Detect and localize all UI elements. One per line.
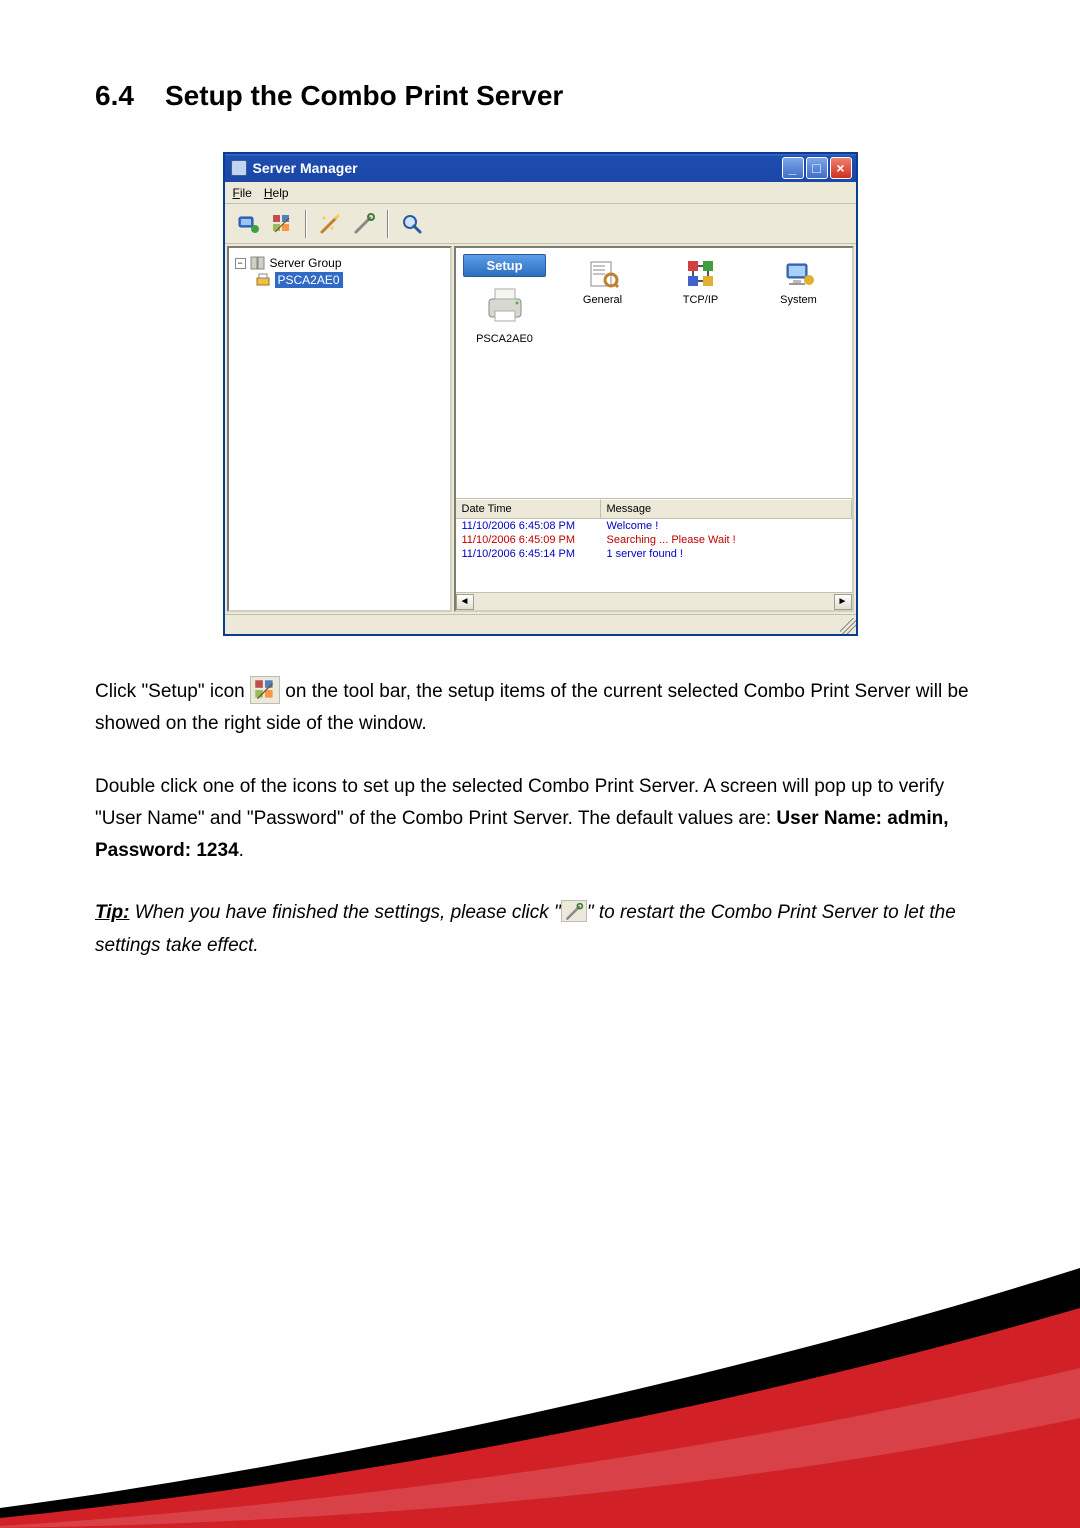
log-row: 11/10/2006 6:45:08 PM Welcome ! (456, 519, 852, 533)
menu-help[interactable]: Help (264, 186, 289, 200)
gear-grid-icon (251, 677, 279, 703)
log-dt: 11/10/2006 6:45:08 PM (456, 519, 601, 533)
system-item[interactable]: System (760, 258, 838, 306)
section-number: 6.4 (95, 80, 165, 112)
log-dt: 11/10/2006 6:45:14 PM (456, 547, 601, 561)
paragraph-1: Click "Setup" icon on the tool bar, the … (95, 676, 985, 741)
toolbar-restart-icon[interactable] (349, 209, 379, 239)
monitor-icon (236, 212, 260, 236)
inline-setup-icon (250, 676, 280, 704)
tree-root-label: Server Group (270, 256, 342, 270)
statusbar (225, 614, 856, 634)
toolbar-wizard-icon[interactable] (315, 209, 345, 239)
section-title: Setup the Combo Print Server (165, 80, 563, 111)
toolbar-setup-icon[interactable] (267, 209, 297, 239)
footer-decoration (0, 1208, 1080, 1528)
wand-restart-icon (352, 212, 376, 236)
close-button[interactable]: × (830, 157, 852, 179)
right-panel: Setup PSCA2AE0 General (454, 246, 854, 612)
scroll-left-button[interactable]: ◄ (456, 594, 474, 610)
app-icon (231, 160, 247, 176)
minimize-button[interactable]: _ (782, 157, 804, 179)
tree-child-label: PSCA2AE0 (275, 272, 343, 288)
server-group-icon (250, 255, 266, 271)
tree-root[interactable]: − Server Group (235, 254, 444, 272)
tip-paragraph: Tip: When you have finished the settings… (95, 897, 985, 962)
general-label: General (583, 294, 622, 306)
log-panel: Date Time Message 11/10/2006 6:45:08 PM … (456, 498, 852, 610)
system-icon (783, 258, 815, 290)
resize-grip-icon[interactable] (840, 618, 856, 634)
printer-node-icon (255, 272, 271, 288)
paragraph-2: Double click one of the icons to set up … (95, 771, 985, 868)
menu-file[interactable]: File (233, 186, 252, 200)
general-item[interactable]: General (564, 258, 642, 306)
toolbar-status-icon[interactable] (233, 209, 263, 239)
tcpip-label: TCP/IP (683, 294, 718, 306)
gear-grid-icon (270, 212, 294, 236)
magnifier-icon (400, 212, 424, 236)
setup-badge: Setup (463, 254, 545, 277)
tcpip-item[interactable]: TCP/IP (662, 258, 740, 306)
inline-restart-icon (561, 900, 587, 922)
scroll-right-button[interactable]: ► (834, 594, 852, 610)
maximize-button[interactable]: □ (806, 157, 828, 179)
printer-label: PSCA2AE0 (476, 333, 533, 345)
system-label: System (780, 294, 817, 306)
toolbar-search-icon[interactable] (397, 209, 427, 239)
tree-panel: − Server Group PSCA2AE0 (227, 246, 452, 612)
printer-icon (481, 281, 529, 329)
setup-printer-item[interactable]: Setup PSCA2AE0 (466, 254, 544, 345)
wand-restart-icon (562, 902, 586, 922)
log-dt: 11/10/2006 6:45:09 PM (456, 533, 601, 547)
menubar: File Help (225, 182, 856, 204)
horizontal-scrollbar[interactable]: ◄ ► (456, 592, 852, 610)
log-msg: Welcome ! (601, 519, 852, 533)
toolbar-separator (305, 210, 307, 238)
tip-label: Tip: (95, 902, 129, 923)
toolbar (225, 204, 856, 244)
wand-icon (318, 212, 342, 236)
server-manager-window: Server Manager _ □ × File Help (223, 152, 858, 636)
log-row: 11/10/2006 6:45:14 PM 1 server found ! (456, 547, 852, 561)
general-icon (587, 258, 619, 290)
log-col-message[interactable]: Message (601, 499, 852, 519)
tree-collapse-icon[interactable]: − (235, 258, 246, 269)
log-msg: Searching ... Please Wait ! (601, 533, 852, 547)
log-msg: 1 server found ! (601, 547, 852, 561)
titlebar: Server Manager _ □ × (225, 154, 856, 182)
toolbar-separator-2 (387, 210, 389, 238)
tree-child[interactable]: PSCA2AE0 (255, 272, 444, 288)
section-heading: 6.4Setup the Combo Print Server (95, 80, 985, 112)
log-row: 11/10/2006 6:45:09 PM Searching ... Plea… (456, 533, 852, 547)
window-title: Server Manager (253, 160, 358, 176)
tcpip-icon (685, 258, 717, 290)
log-col-datetime[interactable]: Date Time (456, 499, 601, 519)
